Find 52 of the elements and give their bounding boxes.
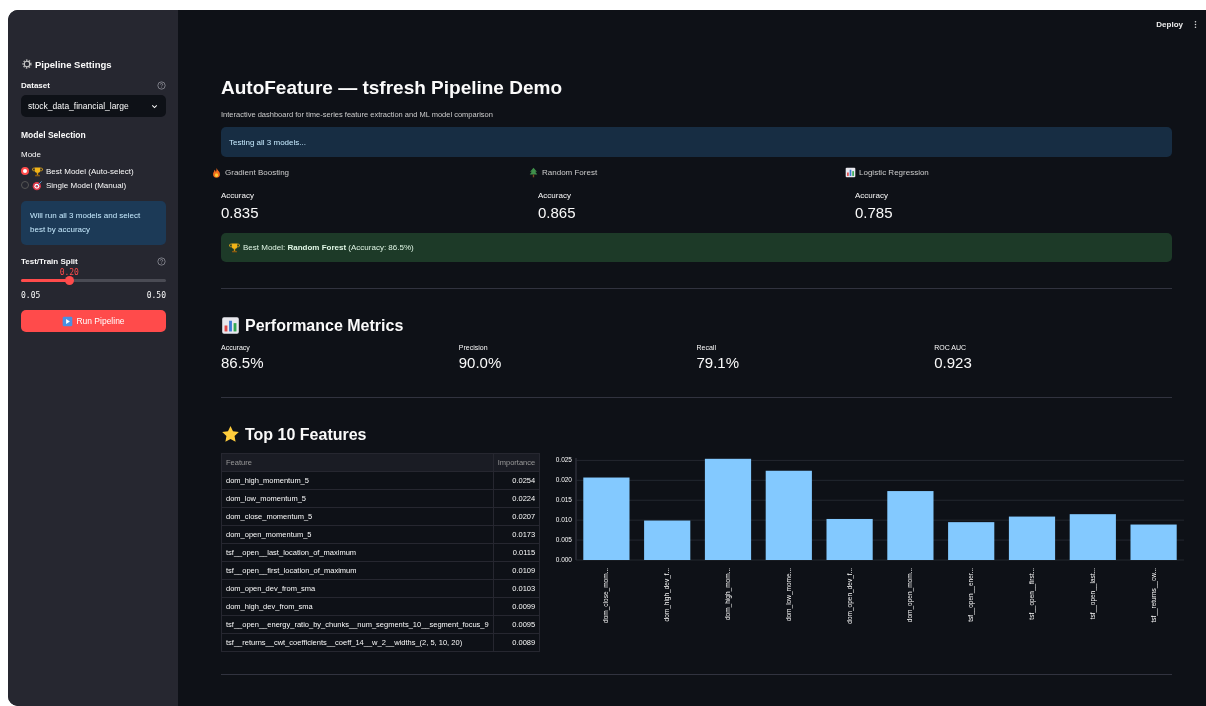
bar-chart-icon — [845, 167, 856, 178]
field-label: Dataset — [21, 81, 50, 90]
radio-button[interactable] — [21, 167, 29, 175]
radio-label[interactable]: Single Model (Manual) — [46, 180, 127, 190]
page-title: AutoFeature — tsfresh Pipeline Demo — [221, 76, 563, 100]
slider-max: 0.50 — [146, 291, 166, 300]
bar — [1069, 514, 1117, 560]
metric-label: Accuracy — [221, 191, 255, 200]
model-name: Random Forest — [542, 168, 598, 177]
status-message: Testing all 3 models... — [221, 127, 1172, 157]
deploy-button[interactable]: Deploy — [1156, 20, 1183, 29]
metric-value: 79.1% — [696, 354, 741, 371]
field-label: Mode — [21, 150, 42, 159]
trophy-icon — [32, 165, 43, 177]
section-heading: Top 10 Features — [245, 425, 367, 444]
metric-label: Accuracy — [538, 191, 572, 200]
model-name: Logistic Regression — [859, 168, 929, 177]
help-icon — [157, 81, 166, 90]
metric-value: 0.923 — [934, 354, 973, 371]
flame-icon — [211, 167, 222, 178]
play-icon — [62, 315, 74, 327]
model-name: Gradient Boosting — [225, 168, 290, 177]
gear-icon — [21, 58, 33, 70]
slider-thumb[interactable] — [64, 276, 74, 285]
bar — [644, 520, 691, 560]
slider-min: 0.05 — [21, 291, 41, 300]
radio-label[interactable]: Best Model (Auto-select) — [46, 166, 134, 176]
section-heading: Performance Metrics — [245, 316, 404, 335]
field-label: Test/Train Split — [21, 257, 78, 266]
bar — [948, 522, 995, 560]
bar — [1130, 524, 1177, 560]
bar — [826, 518, 873, 560]
metric-value: 86.5% — [221, 354, 265, 371]
dataset-select[interactable]: stock_data_financial_large — [21, 95, 166, 117]
section-label: Model Selection — [21, 130, 87, 140]
bar-chart-icon — [221, 316, 240, 335]
metric-value: 0.865 — [538, 204, 577, 221]
best-model-message: Best Model: Random Forest (Accuracy: 86.5%) — [221, 233, 1172, 262]
help-icon — [157, 257, 166, 266]
slider-value: 0.20 — [59, 268, 79, 277]
bar — [887, 491, 934, 560]
metric-label: Accuracy — [855, 191, 889, 200]
metric-value: 0.835 — [221, 204, 260, 221]
trophy-icon — [229, 242, 240, 253]
star-icon — [221, 425, 240, 444]
metric-value: 90.0% — [458, 354, 503, 371]
sidebar-title: Pipeline Settings — [35, 58, 112, 70]
bar — [1009, 516, 1056, 560]
target-icon — [32, 179, 43, 191]
tree-icon — [528, 167, 539, 178]
metric-value: 0.785 — [855, 204, 894, 221]
info-message: Will run all 3 models and select best by accuracy — [21, 201, 166, 245]
